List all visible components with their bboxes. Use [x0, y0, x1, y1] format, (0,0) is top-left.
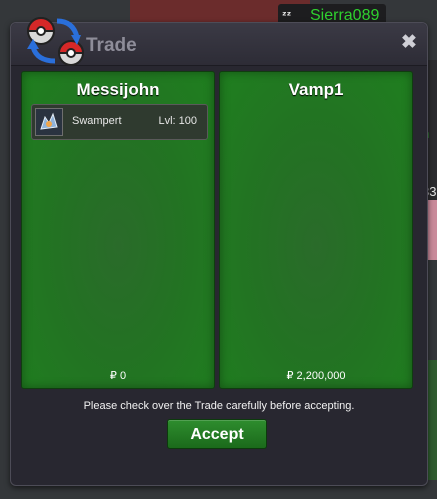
trade-pokeballs-icon	[26, 17, 85, 66]
accept-button[interactable]: Accept	[167, 419, 267, 449]
money-offer-left: ₽ 0	[109, 370, 127, 382]
trade-item-row[interactable]: Swampert Lvl: 100	[31, 104, 208, 140]
partner-offer-panel: Vamp1 ₽ 2,200,000	[219, 71, 413, 389]
swampert-sprite-icon	[35, 108, 63, 136]
money-offer-right: ₽ 2,200,000	[286, 370, 346, 382]
trade-notice: Please check over the Trade carefully be…	[83, 400, 355, 412]
trade-window: Trade ✖ Messijohn Swampert Lvl: 100 ₽ 0	[10, 17, 428, 486]
item-level: Lvl: 100	[158, 115, 197, 127]
player-name-left: Messijohn	[76, 80, 160, 99]
player-name-right: Vamp1	[288, 80, 344, 99]
item-name: Swampert	[72, 115, 122, 127]
my-offer-panel: Messijohn Swampert Lvl: 100 ₽ 0	[21, 71, 215, 389]
window-title: Trade	[86, 35, 137, 56]
close-icon[interactable]: ✖	[400, 33, 418, 53]
